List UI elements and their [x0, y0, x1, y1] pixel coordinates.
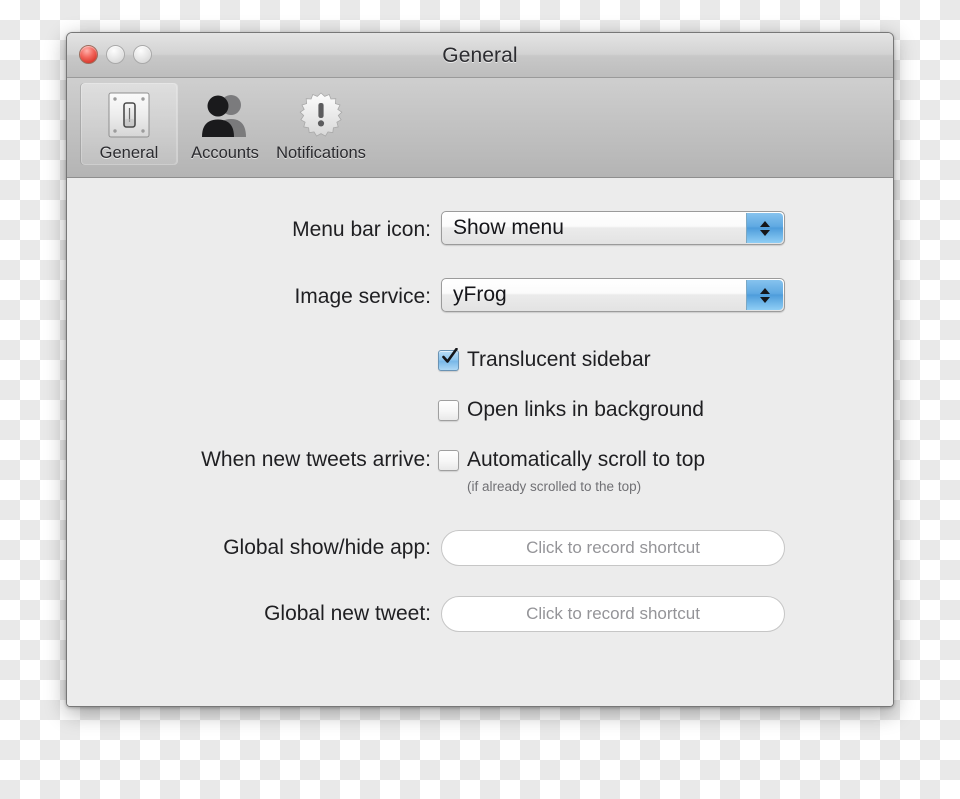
menu-bar-icon-select[interactable]: Show menu: [441, 211, 785, 245]
menu-bar-icon-value: Show menu: [453, 216, 564, 239]
window-titlebar: General: [67, 33, 893, 78]
toolbar-item-accounts[interactable]: Accounts: [177, 83, 273, 165]
translucent-sidebar-label: Translucent sidebar: [467, 348, 651, 371]
auto-scroll-label: Automatically scroll to top: [467, 448, 706, 471]
auto-scroll-checkbox[interactable]: [438, 449, 459, 471]
two-people-icon: [196, 87, 254, 143]
toolbar-item-general[interactable]: General: [81, 83, 177, 165]
global-new-tweet-label: Global new tweet:: [264, 602, 431, 625]
global-show-hide-placeholder: Click to record shortcut: [526, 538, 700, 557]
preferences-toolbar: General Accounts Notifications: [67, 78, 893, 178]
auto-scroll-row[interactable]: Automatically scroll to top: [438, 448, 705, 472]
starburst-exclamation-icon: [294, 87, 348, 143]
image-service-value: yFrog: [453, 283, 507, 306]
toolbar-item-accounts-label: Accounts: [191, 144, 259, 162]
open-links-background-checkbox[interactable]: [438, 399, 459, 421]
light-switch-icon: [103, 87, 155, 143]
toolbar-item-notifications[interactable]: Notifications: [273, 83, 369, 165]
translucent-sidebar-checkbox[interactable]: [438, 347, 459, 371]
image-service-select[interactable]: yFrog: [441, 278, 785, 312]
menu-bar-icon-label: Menu bar icon:: [292, 218, 431, 241]
auto-scroll-hint: (if already scrolled to the top): [467, 479, 642, 494]
window-title: General: [442, 44, 518, 67]
checkmark-icon: [442, 347, 458, 363]
global-show-hide-recorder[interactable]: Click to record shortcut: [441, 530, 785, 566]
preferences-window: General General Accounts Notifications M…: [66, 32, 894, 707]
open-links-background-label: Open links in background: [467, 398, 704, 421]
toolbar-item-notifications-label: Notifications: [276, 144, 366, 162]
new-tweets-label: When new tweets arrive:: [201, 448, 431, 471]
translucent-sidebar-row[interactable]: Translucent sidebar: [438, 347, 651, 372]
preferences-content: Menu bar icon: Show menu Image service: …: [67, 178, 893, 706]
global-new-tweet-recorder[interactable]: Click to record shortcut: [441, 596, 785, 632]
chevron-down-icon: [760, 229, 770, 236]
menu-bar-icon-stepper-icon[interactable]: [746, 213, 783, 243]
open-links-background-row[interactable]: Open links in background: [438, 398, 704, 422]
chevron-up-icon: [760, 287, 770, 294]
chevron-up-icon: [760, 220, 770, 227]
image-service-stepper-icon[interactable]: [746, 280, 783, 310]
toolbar-item-general-label: General: [99, 144, 159, 162]
global-show-hide-label: Global show/hide app:: [223, 536, 431, 559]
global-new-tweet-placeholder: Click to record shortcut: [526, 604, 700, 623]
chevron-down-icon: [760, 296, 770, 303]
image-service-label: Image service:: [294, 285, 431, 308]
